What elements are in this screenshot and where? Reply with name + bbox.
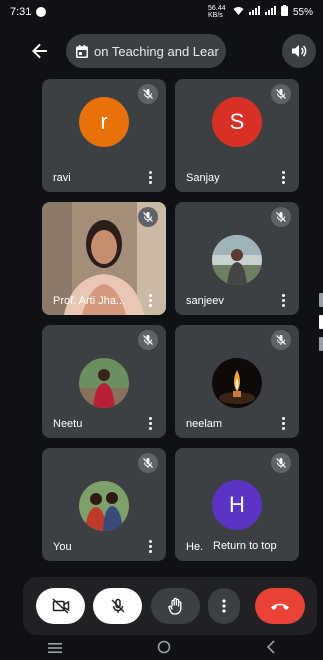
volume-icon: [292, 45, 307, 57]
signal-icon: [248, 6, 260, 18]
battery-icon: [280, 5, 288, 19]
back-button[interactable]: [25, 36, 55, 66]
scrollbar-track-segment: [319, 337, 323, 351]
avatar: [212, 235, 262, 285]
net-speed: 56.44 KB/s: [207, 5, 226, 19]
camera-toggle-button[interactable]: [36, 588, 85, 624]
participant-name: Sanjay: [186, 172, 220, 184]
avatar: S: [212, 97, 262, 147]
audio-output-button[interactable]: [282, 34, 316, 68]
participant-tile[interactable]: Prof. Arti Jha...: [42, 202, 166, 315]
avatar: [79, 481, 129, 531]
calendar-icon: [76, 44, 88, 58]
participant-name: neelam: [186, 418, 223, 430]
system-nav-bar: [0, 638, 323, 660]
avatar: [79, 358, 129, 408]
scrollbar-thumb[interactable]: [319, 293, 323, 307]
video-off-icon: [51, 598, 69, 614]
participant-name: Prof. Arti Jha...: [53, 295, 126, 307]
raise-hand-button[interactable]: [151, 588, 200, 624]
avatar: r: [79, 97, 129, 147]
participant-name: ravi: [53, 172, 71, 184]
more-options-icon[interactable]: [277, 414, 289, 432]
avatar: H: [212, 480, 262, 530]
signal-icon-2: [264, 6, 276, 18]
wifi-icon: [233, 6, 244, 18]
meeting-title: on Teaching and Lear: [94, 43, 219, 59]
mic-off-icon: [138, 84, 158, 104]
notification-icon: [36, 7, 47, 17]
participant-tile[interactable]: sanjeev: [175, 202, 299, 315]
home-button[interactable]: [157, 640, 171, 659]
more-vert-icon: [222, 599, 226, 613]
participant-tile[interactable]: S Sanjay: [175, 79, 299, 192]
scrollbar-thumb-active[interactable]: [319, 315, 323, 329]
more-options-icon[interactable]: [277, 291, 289, 309]
mic-off-icon: [110, 598, 125, 613]
status-left: 7:31: [10, 6, 47, 18]
participant-tile[interactable]: neelam: [175, 325, 299, 438]
mic-off-icon: [138, 453, 158, 473]
mic-off-icon: [138, 330, 158, 350]
mic-off-icon: [138, 207, 158, 227]
more-options-icon[interactable]: [144, 168, 156, 186]
home-circle-icon: [157, 640, 170, 653]
participant-tile[interactable]: r ravi: [42, 79, 166, 192]
participant-tile[interactable]: You: [42, 448, 166, 561]
more-options-icon[interactable]: [144, 537, 156, 555]
mic-off-icon: [271, 207, 291, 227]
end-call-button[interactable]: [255, 588, 305, 624]
clock: 7:31: [10, 6, 32, 18]
status-bar: 7:31 56.44 KB/s 55%: [0, 0, 323, 24]
chevron-left-icon: [266, 639, 275, 654]
more-options-button[interactable]: [208, 588, 240, 624]
mic-off-icon: [271, 453, 291, 473]
participant-name: You: [53, 541, 72, 553]
battery-percent: 55%: [292, 6, 313, 18]
participant-name: sanjeev: [186, 295, 224, 307]
call-controls: [23, 577, 317, 635]
hand-icon: [167, 597, 181, 615]
meeting-title-pill[interactable]: on Teaching and Lear: [66, 34, 226, 68]
mic-off-icon: [271, 330, 291, 350]
menu-icon: [47, 643, 62, 653]
recents-button[interactable]: [47, 640, 62, 658]
mic-off-icon: [271, 84, 291, 104]
system-back-button[interactable]: [266, 639, 276, 659]
participant-tile[interactable]: Neetu: [42, 325, 166, 438]
mic-toggle-button[interactable]: [93, 588, 142, 624]
meeting-top-bar: on Teaching and Lear: [0, 30, 323, 74]
participant-name: Neetu: [53, 418, 83, 430]
call-end-icon: [271, 603, 289, 610]
more-options-icon[interactable]: [144, 291, 156, 309]
more-options-icon[interactable]: [277, 168, 289, 186]
status-right: 56.44 KB/s 55%: [208, 5, 313, 19]
arrow-back-icon: [32, 43, 47, 59]
more-options-icon[interactable]: [144, 414, 156, 432]
avatar: [212, 358, 262, 408]
return-to-top-button[interactable]: Return to top: [203, 535, 287, 557]
